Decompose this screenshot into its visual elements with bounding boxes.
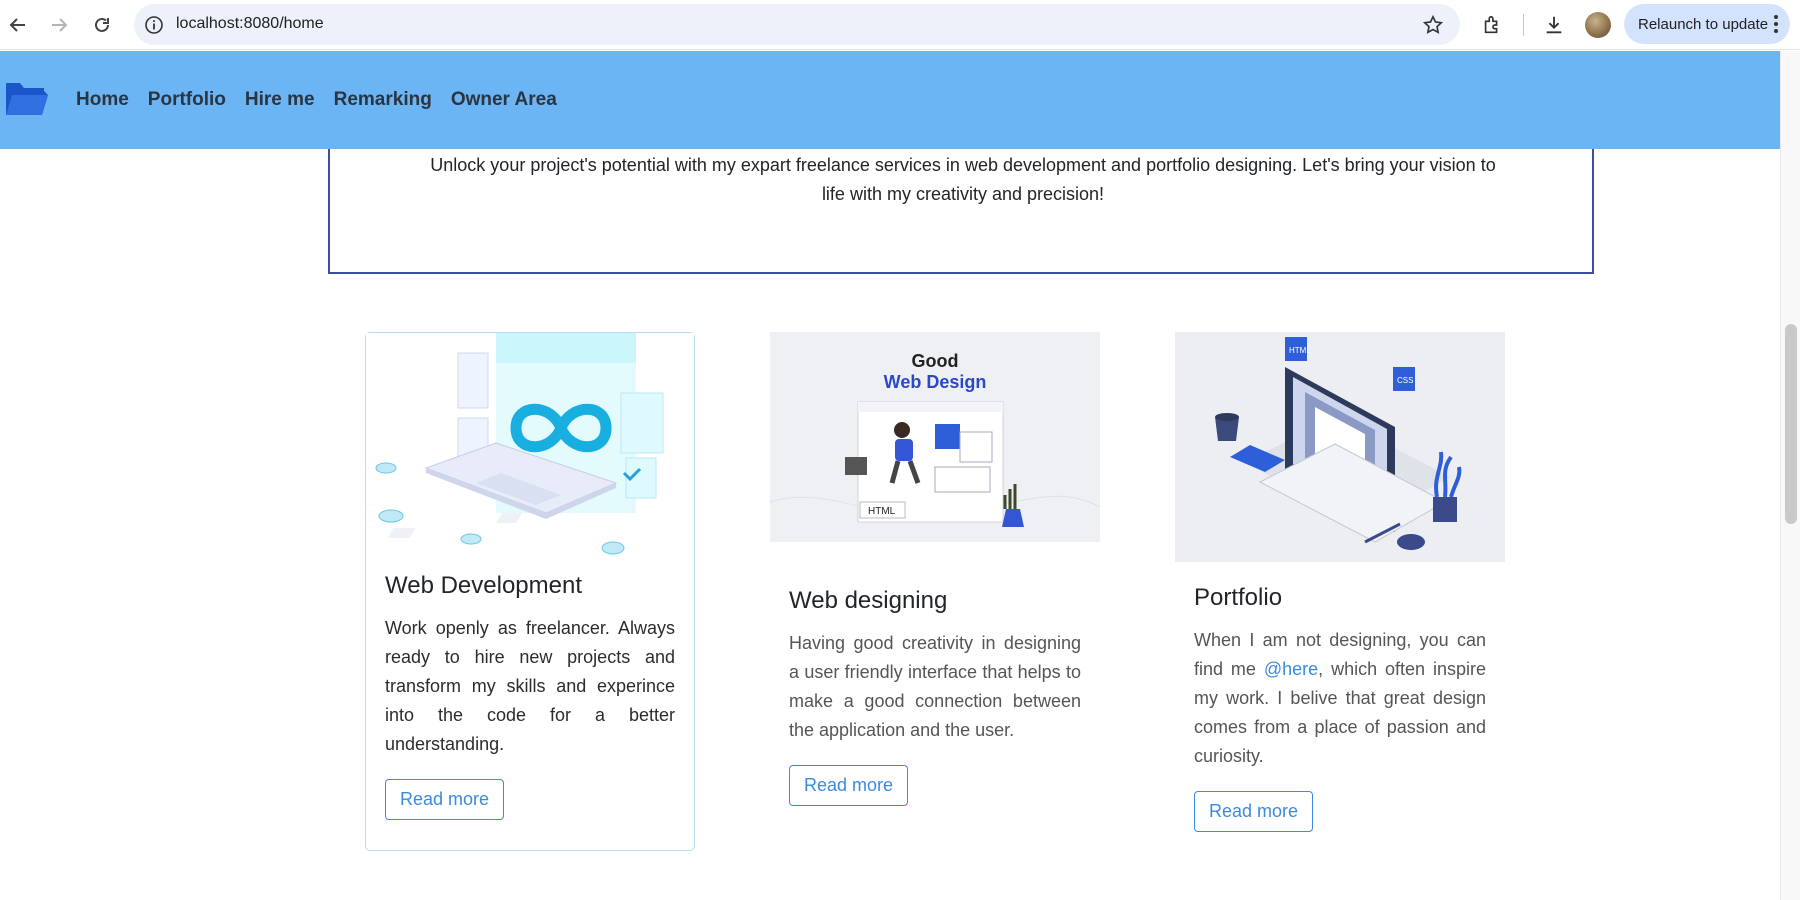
service-card-web-development: Web Development Work openly as freelance… <box>365 332 695 851</box>
card-title: Web Development <box>385 572 582 599</box>
card-text: When I am not designing, you can find me… <box>1194 626 1486 771</box>
page-viewport: Unlock your project's potential with my … <box>0 51 1780 900</box>
image-tag-html: HTML <box>868 506 896 517</box>
address-bar[interactable]: localhost:8080/home <box>134 4 1460 45</box>
service-card-web-designing: Good Web Design HTML Web designing Havin… <box>770 332 1100 806</box>
nav-link-hire-me[interactable]: Hire me <box>245 89 315 111</box>
mention-link[interactable]: @here <box>1264 659 1318 679</box>
more-menu-icon[interactable] <box>1774 15 1778 33</box>
read-more-button[interactable]: Read more <box>385 779 505 820</box>
reload-icon[interactable] <box>89 12 115 38</box>
scrollbar-thumb[interactable] <box>1785 324 1797 524</box>
read-more-button[interactable]: Read more <box>789 765 909 806</box>
card-title: Web designing <box>789 587 948 614</box>
profile-avatar[interactable] <box>1585 12 1611 38</box>
web-development-illustration <box>366 333 694 560</box>
web-design-illustration: Good Web Design HTML <box>770 332 1100 542</box>
nav-links: Home Portfolio Hire me Remarking Owner A… <box>76 51 557 149</box>
hero-tagline: Unlock your project's potential with my … <box>430 155 1496 204</box>
card-text: Work openly as freelancer. Always ready … <box>385 618 675 754</box>
site-info-icon[interactable] <box>144 15 164 35</box>
nav-link-owner-area[interactable]: Owner Area <box>451 89 557 111</box>
relaunch-button[interactable]: Relaunch to update <box>1624 4 1790 44</box>
relaunch-label: Relaunch to update <box>1638 15 1769 33</box>
portfolio-illustration: HTML CSS <box>1175 332 1505 562</box>
extensions-icon[interactable] <box>1479 12 1505 38</box>
service-card-portfolio: HTML CSS Portfolio When I am not designi… <box>1175 332 1505 832</box>
bookmark-star-icon[interactable] <box>1422 14 1444 36</box>
browser-toolbar: localhost:8080/home Relaunch to update <box>0 0 1800 50</box>
image-tag-html: HTML <box>1289 346 1311 355</box>
site-navbar: Home Portfolio Hire me Remarking Owner A… <box>0 51 1780 149</box>
forward-icon[interactable] <box>46 12 72 38</box>
toolbar-separator <box>1523 14 1524 36</box>
read-more-button[interactable]: Read more <box>1194 791 1314 832</box>
image-heading-good: Good <box>912 351 959 371</box>
image-tag-css: CSS <box>1397 376 1413 385</box>
image-heading-web-design: Web Design <box>884 372 987 392</box>
nav-link-home[interactable]: Home <box>76 89 129 111</box>
nav-link-portfolio[interactable]: Portfolio <box>148 89 226 111</box>
download-icon[interactable] <box>1541 12 1567 38</box>
back-icon[interactable] <box>5 12 31 38</box>
nav-link-remarking[interactable]: Remarking <box>334 89 432 111</box>
card-text: Having good creativity in designing a us… <box>789 633 1081 740</box>
url-text: localhost:8080/home <box>176 15 324 32</box>
folder-logo-icon[interactable] <box>4 79 50 119</box>
page-scrollbar[interactable] <box>1780 51 1800 900</box>
card-title: Portfolio <box>1194 584 1283 611</box>
